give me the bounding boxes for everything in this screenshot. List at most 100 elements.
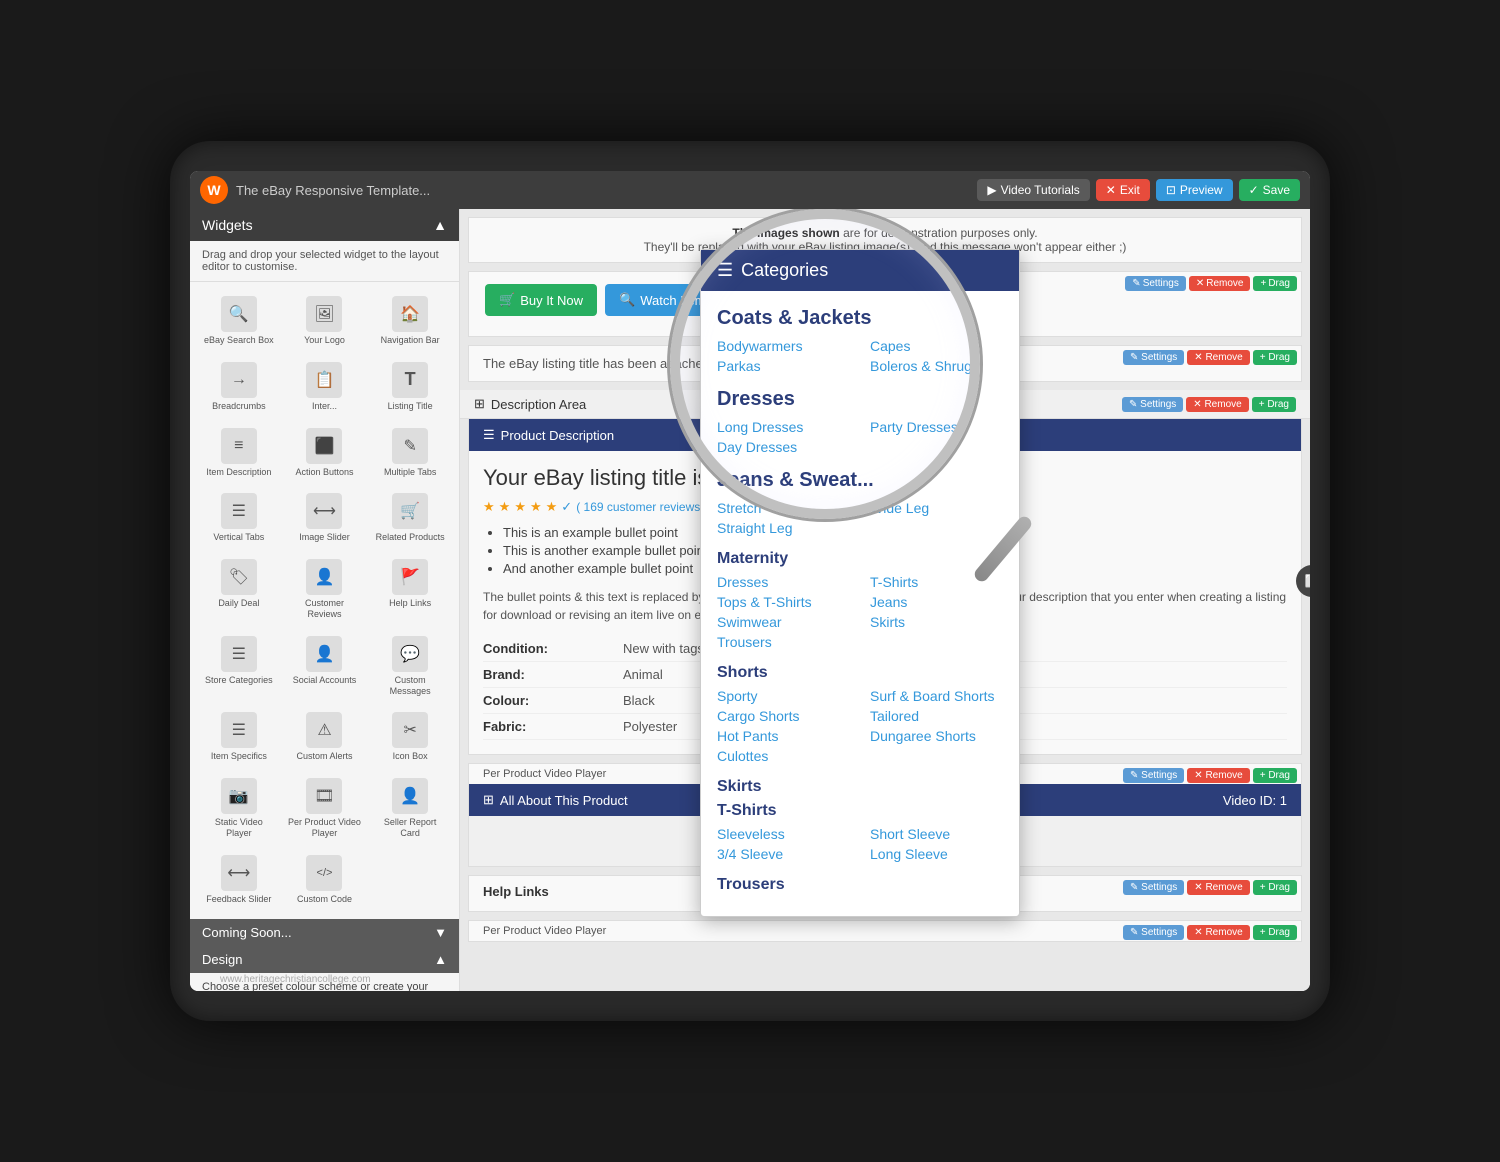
cat-sleeveless[interactable]: Sleeveless (717, 826, 850, 842)
cat-3-4-sleeve[interactable]: 3/4 Sleeve (717, 846, 850, 862)
cat-culottes[interactable]: Culottes (717, 748, 850, 764)
widget-related[interactable]: 🛒 Related Products (369, 487, 451, 549)
cat-tailored[interactable]: Tailored (870, 708, 1003, 724)
reviews-link[interactable]: ( 169 customer reviews ) (576, 500, 707, 514)
help-drag-btn[interactable]: + Drag (1253, 880, 1297, 895)
coming-soon-bar[interactable]: Coming Soon... ▼ (190, 919, 459, 946)
categories-title: Categories (741, 260, 828, 281)
action-settings-btn[interactable]: ✎ Settings (1125, 276, 1186, 291)
desc-area-settings-btn[interactable]: ✎ Settings (1122, 397, 1183, 412)
widget-breadcrumbs[interactable]: → Breadcrumbs (198, 356, 280, 418)
list-icon: ☰ (483, 427, 495, 443)
video2-remove-btn[interactable]: ✕ Remove (1187, 925, 1249, 940)
cat-mat-skirts[interactable]: Skirts (870, 614, 1003, 630)
cat-mat-swimwear[interactable]: Swimwear (717, 614, 850, 630)
widget-static-video[interactable]: 📷 Static Video Player (198, 772, 280, 845)
widget-social[interactable]: 👤 Social Accounts (284, 630, 366, 703)
cat-wide-leg[interactable]: Wide Leg (870, 500, 1003, 516)
video2-settings-btn[interactable]: ✎ Settings (1123, 925, 1184, 940)
video-settings-btn[interactable]: ✎ Settings (1123, 768, 1184, 783)
video-tutorials-button[interactable]: ▶ Video Tutorials (977, 179, 1089, 201)
demo-banner-bold: The images shown (732, 226, 839, 240)
cat-stretch[interactable]: Stretch (717, 500, 850, 516)
video-drag-btn[interactable]: + Drag (1253, 768, 1297, 783)
widget-listing-title[interactable]: T Listing Title (369, 356, 451, 418)
cat-party-dresses[interactable]: Party Dresses (870, 419, 1003, 435)
widget-nav[interactable]: 🏠 Navigation Bar (369, 290, 451, 352)
widget-multi-tabs[interactable]: ✎ Multiple Tabs (369, 422, 451, 484)
image-slider-icon: ⟷ (306, 493, 342, 529)
design-section-header[interactable]: Design ▲ (190, 946, 459, 973)
cat-surf-board[interactable]: Surf & Board Shorts (870, 688, 1003, 704)
widget-help-links[interactable]: 🚩 Help Links (369, 553, 451, 626)
desc-area-drag-btn[interactable]: + Drag (1252, 397, 1296, 412)
widget-reviews[interactable]: 👤 Customer Reviews (284, 553, 366, 626)
widget-custom-code[interactable]: </> Custom Code (284, 849, 366, 911)
widget-vertical-tabs[interactable]: ☰ Vertical Tabs (198, 487, 280, 549)
star-3: ★ (514, 499, 526, 515)
exit-button[interactable]: ✕ Exit (1096, 179, 1150, 201)
widget-action-btn[interactable]: ⬛ Action Buttons (284, 422, 366, 484)
desc-area-remove-btn[interactable]: ✕ Remove (1186, 397, 1248, 412)
cat-day-dresses[interactable]: Day Dresses (717, 439, 850, 455)
cat-long-dresses[interactable]: Long Dresses (717, 419, 850, 435)
social-icon: 👤 (306, 636, 342, 672)
video2-drag-btn[interactable]: + Drag (1253, 925, 1297, 940)
action-btn-icon: ⬛ (306, 428, 342, 464)
widget-logo[interactable]: 🖼 Your Logo (284, 290, 366, 352)
cat-straight-leg[interactable]: Straight Leg (717, 520, 850, 536)
widget-item-spec[interactable]: ☰ Item Specifics (198, 706, 280, 768)
cat-parkas[interactable]: Parkas (717, 358, 850, 374)
cat-sporty[interactable]: Sporty (717, 688, 850, 704)
item-desc-icon: ≡ (221, 428, 257, 464)
cat-dungaree[interactable]: Dungaree Shorts (870, 728, 1003, 744)
cat-mat-jeans[interactable]: Jeans (870, 594, 1003, 610)
widget-alerts[interactable]: ⚠ Custom Alerts (284, 706, 366, 768)
widget-inter[interactable]: 📋 Inter... (284, 356, 366, 418)
widget-label: Action Buttons (295, 467, 353, 478)
widget-label: Breadcrumbs (212, 401, 266, 412)
widget-label: Feedback Slider (206, 894, 271, 905)
widget-label: Related Products (376, 532, 445, 543)
cat-boleros[interactable]: Boleros & Shrug... (870, 358, 1003, 374)
cat-hot-pants[interactable]: Hot Pants (717, 728, 850, 744)
cat-capes[interactable]: Capes (870, 338, 1003, 354)
widget-daily-deal[interactable]: 🏷 Daily Deal (198, 553, 280, 626)
cat-short-sleeve[interactable]: Short Sleeve (870, 826, 1003, 842)
coats-section-title: Coats & Jackets (717, 307, 1003, 330)
grid-icon: ⊞ (474, 396, 485, 412)
cat-mat-dresses[interactable]: Dresses (717, 574, 850, 590)
cat-cargo[interactable]: Cargo Shorts (717, 708, 850, 724)
widget-seller-report[interactable]: 👤 Seller Report Card (369, 772, 451, 845)
listing-drag-btn[interactable]: + Drag (1253, 350, 1297, 365)
cat-bodywarmers[interactable]: Bodywarmers (717, 338, 850, 354)
widget-image-slider[interactable]: ⟷ Image Slider (284, 487, 366, 549)
help-remove-btn[interactable]: ✕ Remove (1187, 880, 1249, 895)
spec-condition-label: Condition: (483, 641, 623, 656)
widget-ebay-search[interactable]: 🔍 eBay Search Box (198, 290, 280, 352)
preview-button[interactable]: ⊡ Preview (1156, 179, 1233, 201)
widget-store-cat[interactable]: ☰ Store Categories (198, 630, 280, 703)
listing-remove-btn[interactable]: ✕ Remove (1187, 350, 1249, 365)
video-remove-btn[interactable]: ✕ Remove (1187, 768, 1249, 783)
cat-mat-tops[interactable]: Tops & T-Shirts (717, 594, 850, 610)
widget-feedback-slider[interactable]: ⟷ Feedback Slider (198, 849, 280, 911)
exit-icon: ✕ (1106, 183, 1116, 197)
spec-condition-value: New with tags (623, 641, 704, 656)
cat-mat-tshirts[interactable]: T-Shirts (870, 574, 1003, 590)
maternity-title: Maternity (717, 550, 1003, 568)
action-drag-btn[interactable]: + Drag (1253, 276, 1297, 291)
save-button[interactable]: ✓ Save (1239, 179, 1300, 201)
cat-mat-trousers[interactable]: Trousers (717, 634, 850, 650)
widget-custom-msg[interactable]: 💬 Custom Messages (369, 630, 451, 703)
buy-now-button[interactable]: 🛒 Buy It Now (485, 284, 597, 316)
widget-per-product-video[interactable]: 🎞 Per Product Video Player (284, 772, 366, 845)
widget-icon-box[interactable]: ✂ Icon Box (369, 706, 451, 768)
widget-label: Static Video Player (202, 817, 276, 839)
cat-long-sleeve[interactable]: Long Sleeve (870, 846, 1003, 862)
action-remove-btn[interactable]: ✕ Remove (1189, 276, 1251, 291)
widget-item-desc[interactable]: ≡ Item Description (198, 422, 280, 484)
chevron-up-icon[interactable]: ▲ (433, 217, 447, 233)
listing-settings-btn[interactable]: ✎ Settings (1123, 350, 1184, 365)
help-settings-btn[interactable]: ✎ Settings (1123, 880, 1184, 895)
